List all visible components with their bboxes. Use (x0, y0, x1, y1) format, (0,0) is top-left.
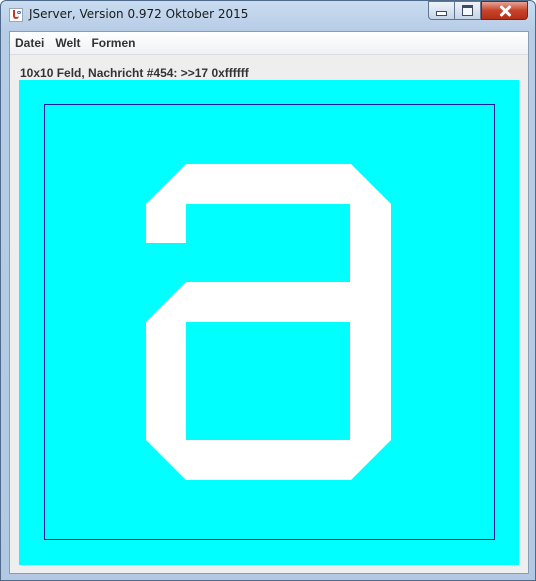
close-button[interactable] (481, 1, 528, 20)
maximize-button[interactable] (454, 1, 481, 20)
window-title: JServer, Version 0.972 Oktober 2015 (29, 7, 249, 21)
minimize-icon (436, 11, 447, 16)
menu-datei[interactable]: Datei (10, 36, 50, 50)
window-frame: JServer, Version 0.972 Oktober 2015 Date… (0, 0, 536, 581)
client-area: Datei Welt Formen 10x10 Feld, Nachricht … (9, 31, 529, 574)
menu-welt[interactable]: Welt (50, 36, 86, 50)
java-cup-icon[interactable] (9, 8, 23, 22)
status-message: 10x10 Feld, Nachricht #454: >>17 0xfffff… (20, 66, 249, 80)
maximize-icon (462, 5, 473, 16)
menu-bar: Datei Welt Formen (10, 32, 528, 55)
close-icon (499, 5, 511, 17)
minimize-button[interactable] (428, 1, 455, 20)
board-canvas[interactable] (19, 80, 519, 565)
title-bar[interactable]: JServer, Version 0.972 Oktober 2015 (1, 1, 535, 31)
menu-formen[interactable]: Formen (86, 36, 141, 50)
board-background (19, 80, 519, 565)
